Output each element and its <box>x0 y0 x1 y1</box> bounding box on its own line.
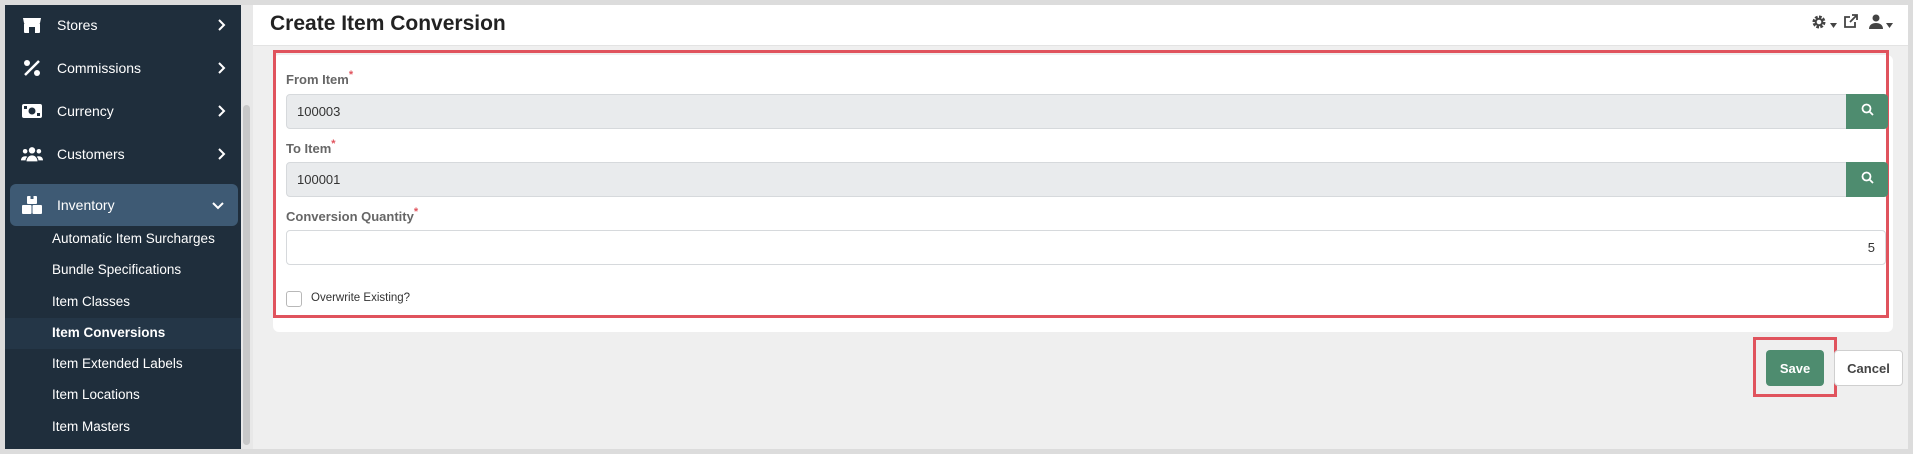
from-item-input[interactable]: 100003 <box>286 94 1847 129</box>
user-icon <box>1869 14 1883 34</box>
sidebar-subitem-item-conversions[interactable]: Item Conversions <box>52 325 165 340</box>
sidebar-subitem-bundle-specifications[interactable]: Bundle Specifications <box>52 262 181 277</box>
gear-icon <box>1811 14 1827 35</box>
chevron-right-icon <box>213 17 229 33</box>
to-item-label: To Item* <box>286 138 336 156</box>
sidebar-item-label: Currency <box>57 103 114 119</box>
user-menu[interactable] <box>1869 14 1893 34</box>
sidebar-item-currency[interactable]: Currency <box>5 90 241 132</box>
store-icon <box>21 14 43 36</box>
caret-down-icon <box>1886 15 1893 33</box>
from-item-search-button[interactable] <box>1846 94 1888 129</box>
percent-icon <box>21 57 43 79</box>
chevron-right-icon <box>213 146 229 162</box>
page-title: Create Item Conversion <box>270 12 506 35</box>
sidebar-item-inventory[interactable]: Inventory <box>10 184 238 226</box>
chevron-down-icon <box>210 197 226 213</box>
settings-menu[interactable] <box>1811 14 1837 34</box>
chevron-right-icon <box>213 103 229 119</box>
sidebar-item-commissions[interactable]: Commissions <box>5 47 241 89</box>
sidebar: Stores Commissions Currency Customers In… <box>5 5 241 449</box>
to-item-input[interactable]: 100001 <box>286 162 1847 197</box>
sidebar-subitem-automatic-item-surcharges[interactable]: Automatic Item Surcharges <box>52 231 215 246</box>
page-header: Create Item Conversion <box>253 5 1908 46</box>
conversion-quantity-input[interactable]: 5 <box>286 230 1886 265</box>
app-frame: Stores Commissions Currency Customers In… <box>5 5 1908 449</box>
to-item-search-button[interactable] <box>1846 162 1888 197</box>
sidebar-item-customers[interactable]: Customers <box>5 133 241 175</box>
sidebar-subitem-item-masters[interactable]: Item Masters <box>52 419 130 434</box>
save-button[interactable]: Save <box>1766 350 1824 386</box>
overwrite-existing-checkbox[interactable] <box>286 291 302 307</box>
search-icon <box>1861 171 1874 189</box>
search-icon <box>1861 103 1874 121</box>
overwrite-existing-label: Overwrite Existing? <box>311 292 411 304</box>
boxes-icon <box>21 194 43 216</box>
caret-down-icon <box>1830 15 1837 33</box>
external-link-icon <box>1843 14 1858 34</box>
sidebar-item-stores[interactable]: Stores <box>5 5 241 46</box>
from-item-label: From Item* <box>286 69 354 87</box>
sidebar-item-label: Inventory <box>57 197 115 213</box>
users-icon <box>21 143 43 165</box>
sidebar-subitem-item-extended-labels[interactable]: Item Extended Labels <box>52 356 183 371</box>
open-external-button[interactable] <box>1843 14 1858 34</box>
sidebar-subitem-item-classes[interactable]: Item Classes <box>52 294 130 309</box>
cancel-button[interactable]: Cancel <box>1834 350 1903 386</box>
conversion-quantity-label: Conversion Quantity* <box>286 206 419 224</box>
sidebar-subitem-item-locations[interactable]: Item Locations <box>52 387 140 402</box>
chevron-right-icon <box>213 60 229 76</box>
main-content: Create Item Conversion From Item* 100003… <box>253 5 1908 449</box>
money-icon <box>21 100 43 122</box>
sidebar-item-label: Commissions <box>57 60 142 76</box>
sidebar-item-label: Customers <box>57 146 125 162</box>
scrollbar-thumb[interactable] <box>243 105 250 445</box>
sidebar-scrollbar[interactable] <box>241 5 253 449</box>
sidebar-item-label: Stores <box>57 17 98 33</box>
